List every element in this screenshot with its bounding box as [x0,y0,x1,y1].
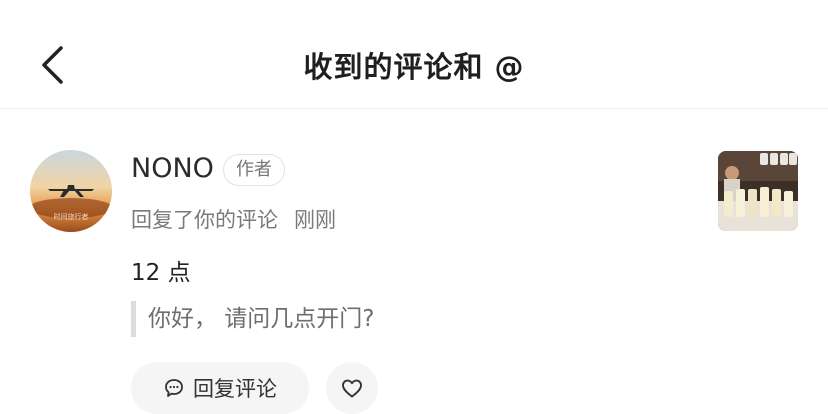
reply-button-label: 回复评论 [193,377,277,401]
avatar[interactable]: 时间旅行者 [30,150,112,232]
comment-meta: 回复了你的评论 刚刚 [131,204,336,234]
like-button[interactable] [326,362,378,414]
action-text: 回复了你的评论 [131,208,278,232]
reply-comment-button[interactable]: 回复评论 [131,362,309,414]
quoted-comment: 你好， 请问几点开门? [131,301,375,337]
reply-text: 12 点 [131,260,191,286]
post-thumbnail[interactable] [718,151,798,231]
chat-bubble-icon [165,379,183,397]
cafe-counter-thumbnail-image [718,151,798,231]
airplane-sunset-avatar-image: 时间旅行者 [30,150,112,232]
page-title: 收到的评论和 @ [303,50,525,84]
user-name[interactable]: NONO [131,153,214,184]
author-badge: 作者 [223,154,285,186]
timestamp: 刚刚 [294,208,336,232]
top-header: 收到的评论和 @ [0,0,828,109]
avatar-caption: 时间旅行者 [54,212,89,221]
heart-icon [342,379,362,398]
